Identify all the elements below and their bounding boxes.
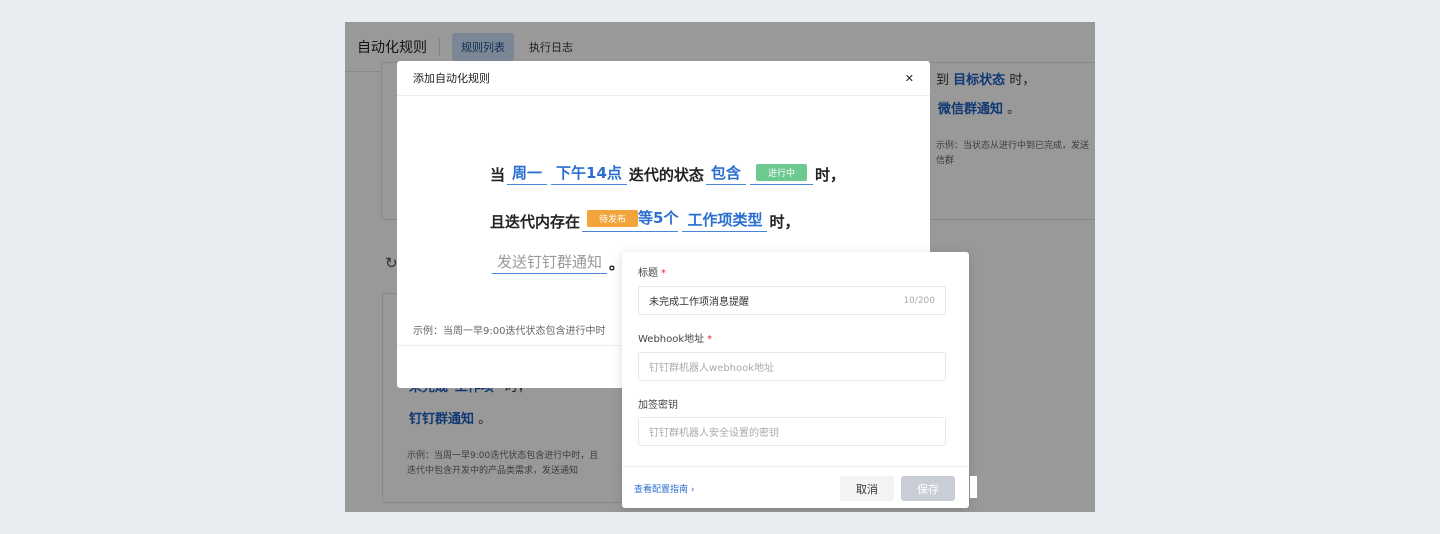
char-count: 10/200 [903,295,935,306]
text: 迭代的状态 [628,166,704,184]
save-button[interactable]: 保存 [901,476,955,501]
title-input[interactable]: 未完成工作项消息提醒 10/200 [638,286,946,315]
modal-title: 添加自动化规则 [413,72,490,85]
cancel-button[interactable]: 取消 [840,476,894,501]
secret-input[interactable]: 钉钉群机器人安全设置的密钥 [638,417,946,446]
status-select[interactable]: 进行中 [749,163,813,185]
example-text: 示例：当周一早9:00迭代状态包含进行中时 [413,326,606,337]
title-value: 未完成工作项消息提醒 [649,297,749,308]
scrollbar[interactable] [970,476,977,498]
config-guide-link[interactable]: 查看配置指南 › [634,482,694,495]
rule-line-1: 当 周一 下午14点 迭代的状态 包含 进行中 时， [490,162,845,185]
close-icon[interactable]: ✕ [905,72,914,85]
type-select[interactable]: 工作项类型 [682,209,768,232]
text: 且迭代内存在 [490,213,581,231]
action-select[interactable]: 发送钉钉群通知 [492,251,608,274]
text: 时， [814,166,845,184]
rule-line-2: 且迭代内存在 待发布 等5个 工作项类型 时， [490,207,800,232]
modal-header: 添加自动化规则 ✕ [397,61,930,96]
status-tag: 进行中 [755,164,807,181]
rule-line-3: 发送钉钉群通知 。 [490,251,624,274]
time-select[interactable]: 下午14点 [551,162,627,185]
count-text: 等5个 [638,209,679,227]
popover-footer: 查看配置指南 › 取消 保存 [622,466,969,508]
dingtalk-config-popover: 标题 * 未完成工作项消息提醒 10/200 Webhook地址 * 钉钉群机器人we… [622,252,969,508]
status-tag: 待发布 [587,210,639,227]
text: 当 [490,166,506,184]
app-frame: 自动化规则 规则列表 执行日志 到 目标状态 时， 微信群通知 。 示例：当状态… [345,22,1095,512]
text: 时， [769,213,800,231]
operator-select[interactable]: 包含 [705,162,746,185]
webhook-input[interactable]: 钉钉群机器人webhook地址 [638,352,946,381]
webhook-label: Webhook地址 * [638,334,713,345]
secret-label: 加签密钥 [638,400,678,411]
status-select[interactable]: 待发布 等5个 [582,207,679,232]
title-label: 标题 * [638,268,666,279]
day-select[interactable]: 周一 [507,162,548,185]
